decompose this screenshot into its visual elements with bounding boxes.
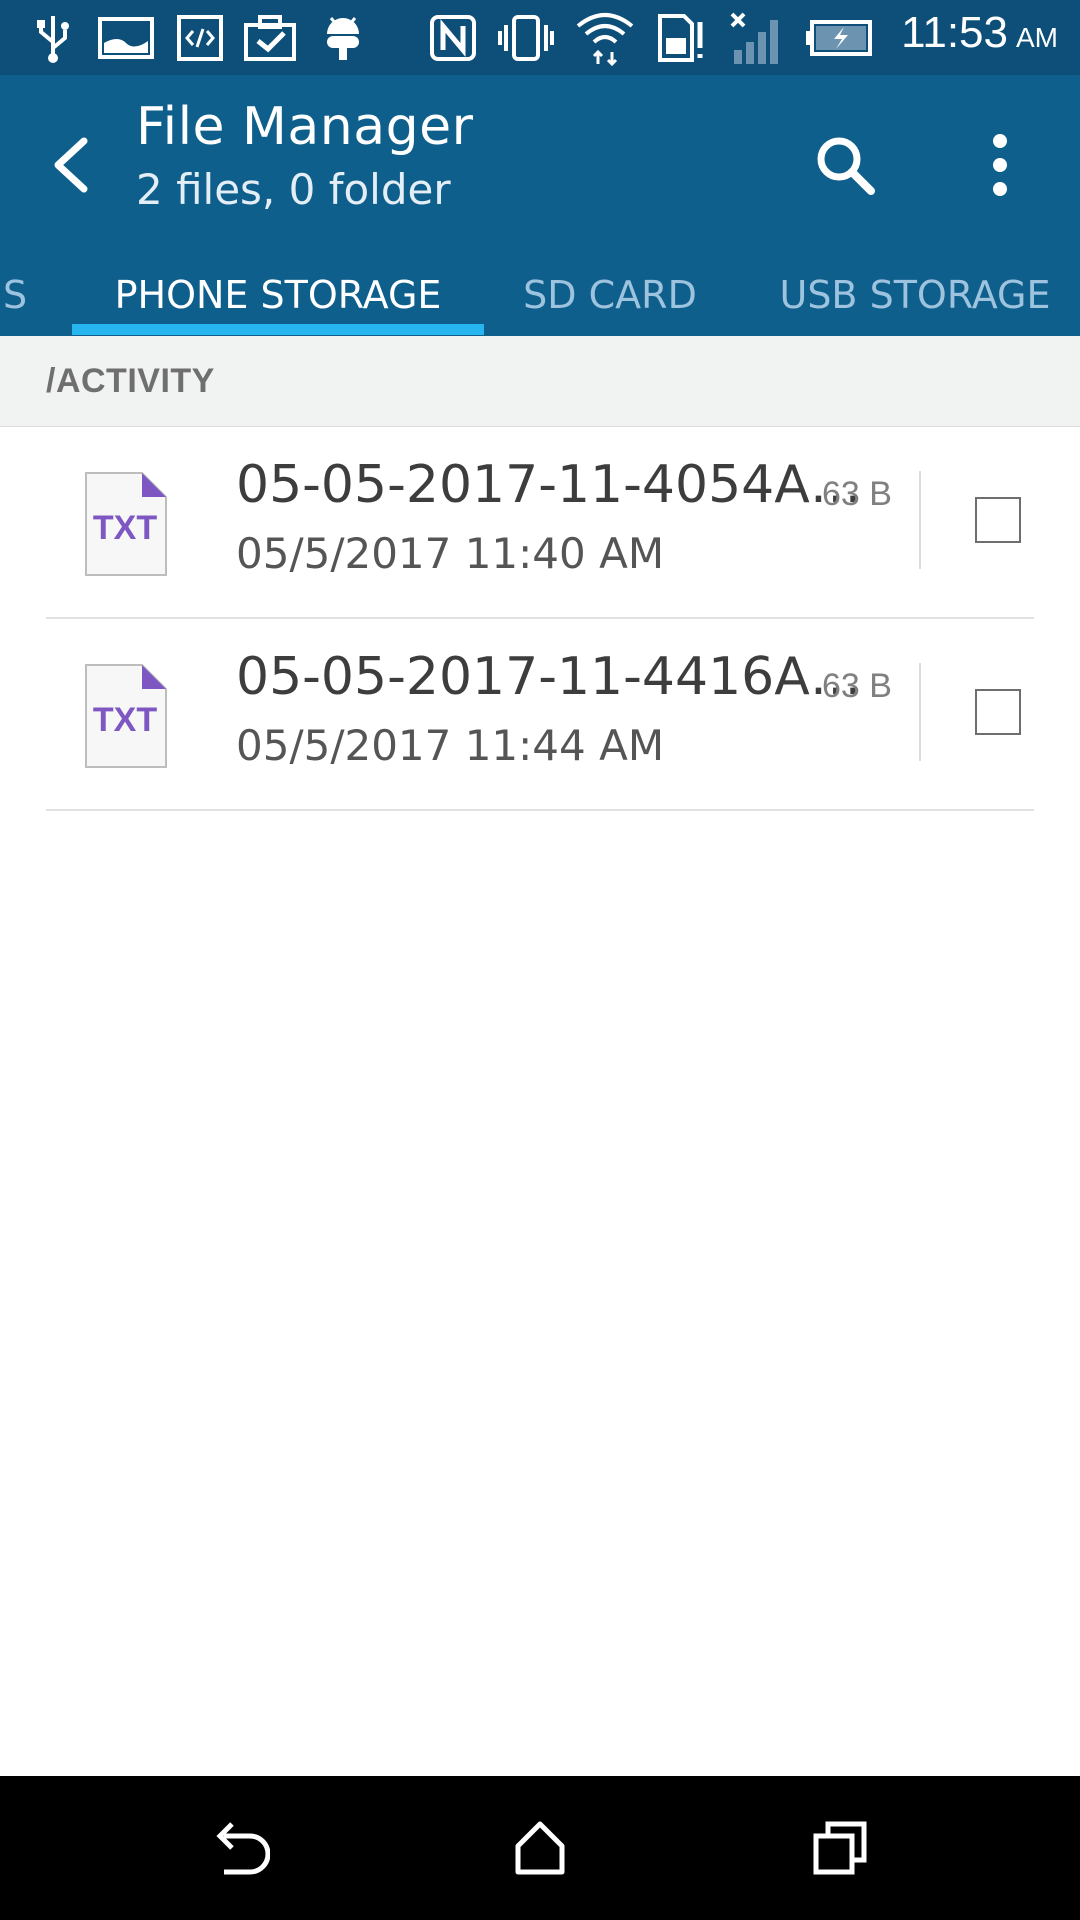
search-icon <box>817 137 875 195</box>
file-date: 05/5/2017 11:40 AM <box>236 529 665 578</box>
row-divider <box>46 809 1034 811</box>
search-button[interactable] <box>805 120 885 210</box>
path-label: /ACTIVITY <box>46 362 215 400</box>
code-icon <box>176 12 224 64</box>
nav-recents-button[interactable] <box>800 1808 880 1888</box>
file-row[interactable]: TXT 05-05-2017-11-4054A… 05/5/2017 11:40… <box>0 427 1080 619</box>
txt-file-label: TXT <box>93 701 157 739</box>
tab-sd-card[interactable]: SD CARD <box>510 255 710 335</box>
path-breadcrumb: /ACTIVITY <box>0 336 1080 427</box>
home-icon <box>515 1821 565 1875</box>
file-size: 63 B <box>822 475 892 513</box>
page-title: File Manager <box>136 97 474 157</box>
txt-file-label: TXT <box>93 509 157 547</box>
file-checkbox[interactable] <box>975 689 1021 735</box>
nav-home-button[interactable] <box>500 1808 580 1888</box>
more-vert-icon <box>993 134 1007 196</box>
back-icon <box>216 1822 270 1875</box>
signal-icon <box>728 12 786 64</box>
tab-indicator <box>72 324 484 335</box>
page-subtitle: 2 files, 0 folder <box>136 165 451 214</box>
storage-tabs: S PHONE STORAGE SD CARD USB STORAGE <box>0 255 1080 335</box>
file-name: 05-05-2017-11-4054A… <box>236 455 862 515</box>
clock-time: 11:53 <box>901 8 1008 57</box>
txt-file-icon: TXT <box>84 471 168 577</box>
image-icon <box>98 12 154 64</box>
recents-icon <box>813 1821 867 1875</box>
usb-icon <box>28 12 78 64</box>
vibrate-icon <box>496 12 556 64</box>
back-button[interactable] <box>40 125 100 205</box>
txt-file-icon: TXT <box>84 663 168 769</box>
nfc-icon <box>428 12 478 64</box>
android-icon <box>320 12 366 64</box>
row-separator <box>919 663 921 761</box>
battery-charging-icon <box>804 12 874 64</box>
sim-icon <box>654 12 710 64</box>
tab-usb-storage[interactable]: USB STORAGE <box>770 255 1060 335</box>
file-size: 63 B <box>822 667 892 705</box>
nav-back-button[interactable] <box>200 1808 280 1888</box>
more-options-button[interactable] <box>975 120 1025 210</box>
briefcase-check-icon <box>242 12 298 64</box>
file-row[interactable]: TXT 05-05-2017-11-4416A… 05/5/2017 11:44… <box>0 619 1080 811</box>
file-date: 05/5/2017 11:44 AM <box>236 721 665 770</box>
file-checkbox[interactable] <box>975 497 1021 543</box>
file-name: 05-05-2017-11-4416A… <box>236 647 862 707</box>
tab-partial[interactable]: S <box>0 255 30 335</box>
tab-phone-storage[interactable]: PHONE STORAGE <box>72 255 484 335</box>
back-arrow-icon <box>54 137 88 193</box>
clock-ampm: AM <box>1016 22 1058 53</box>
status-bar: 11:53 AM <box>0 0 1080 75</box>
wifi-icon <box>574 12 636 66</box>
clock: 11:53 AM <box>901 8 1058 68</box>
row-separator <box>919 471 921 569</box>
system-nav-bar <box>0 1776 1080 1920</box>
